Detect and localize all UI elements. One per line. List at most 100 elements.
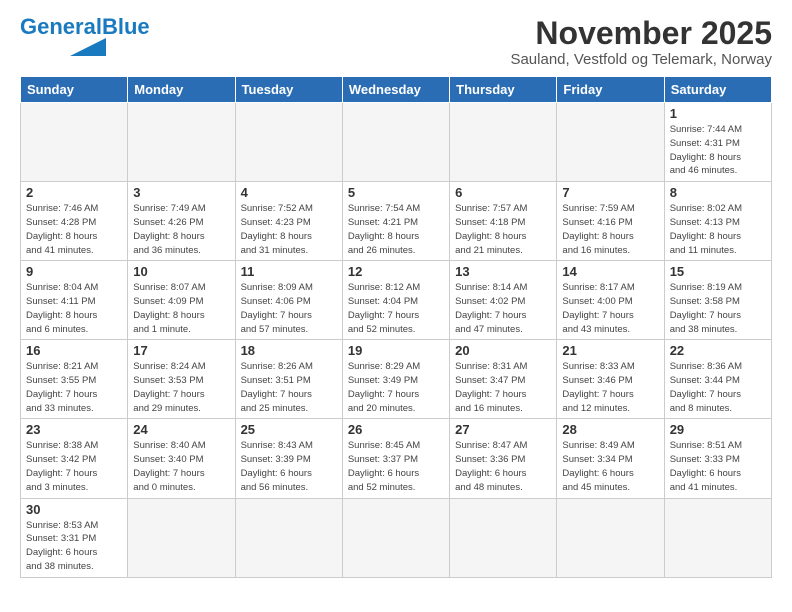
table-row: 13 Sunrise: 8:14 AM Sunset: 4:02 PM Dayli…	[450, 261, 557, 340]
table-row	[342, 103, 449, 182]
table-row	[128, 498, 235, 577]
day-info: Sunrise: 8:51 AM Sunset: 3:33 PM Dayligh…	[670, 439, 766, 494]
table-row	[235, 498, 342, 577]
table-row: 6 Sunrise: 7:57 AM Sunset: 4:18 PM Daylig…	[450, 182, 557, 261]
table-row	[342, 498, 449, 577]
day-info: Sunrise: 8:19 AM Sunset: 3:58 PM Dayligh…	[670, 281, 766, 336]
day-number: 2	[26, 185, 122, 200]
day-info: Sunrise: 8:36 AM Sunset: 3:44 PM Dayligh…	[670, 360, 766, 415]
day-number: 6	[455, 185, 551, 200]
calendar-table: Sunday Monday Tuesday Wednesday Thursday…	[20, 76, 772, 577]
table-row: 7Sunrise: 7:59 AM Sunset: 4:16 PM Daylig…	[557, 182, 664, 261]
table-row: 10 Sunrise: 8:07 AM Sunset: 4:09 PM Dayli…	[128, 261, 235, 340]
day-number: 13	[455, 264, 551, 279]
day-info: Sunrise: 8:04 AM Sunset: 4:11 PM Dayligh…	[26, 281, 122, 336]
table-row	[557, 498, 664, 577]
table-row: 26 Sunrise: 8:45 AM Sunset: 3:37 PM Dayli…	[342, 419, 449, 498]
table-row: 9 Sunrise: 8:04 AM Sunset: 4:11 PM Daylig…	[21, 261, 128, 340]
day-number: 25	[241, 422, 337, 437]
day-number: 15	[670, 264, 766, 279]
day-number: 5	[348, 185, 444, 200]
logo-blue: Blue	[102, 14, 150, 39]
table-row	[450, 103, 557, 182]
day-info: Sunrise: 8:07 AM Sunset: 4:09 PM Dayligh…	[133, 281, 229, 336]
day-info: Sunrise: 7:49 AM Sunset: 4:26 PM Dayligh…	[133, 202, 229, 257]
day-info: Sunrise: 8:53 AM Sunset: 3:31 PM Dayligh…	[26, 519, 122, 574]
day-number: 3	[133, 185, 229, 200]
day-number: 9	[26, 264, 122, 279]
day-number: 27	[455, 422, 551, 437]
table-row: 15 Sunrise: 8:19 AM Sunset: 3:58 PM Dayli…	[664, 261, 771, 340]
table-row: 20Sunrise: 8:31 AM Sunset: 3:47 PM Dayli…	[450, 340, 557, 419]
table-row	[557, 103, 664, 182]
day-info: Sunrise: 8:49 AM Sunset: 3:34 PM Dayligh…	[562, 439, 658, 494]
day-number: 26	[348, 422, 444, 437]
day-info: Sunrise: 8:33 AM Sunset: 3:46 PM Dayligh…	[562, 360, 658, 415]
table-row: 29 Sunrise: 8:51 AM Sunset: 3:33 PM Dayli…	[664, 419, 771, 498]
table-row	[235, 103, 342, 182]
col-tuesday: Tuesday	[235, 77, 342, 103]
day-info: Sunrise: 8:26 AM Sunset: 3:51 PM Dayligh…	[241, 360, 337, 415]
table-row: 23 Sunrise: 8:38 AM Sunset: 3:42 PM Dayli…	[21, 419, 128, 498]
table-row: 28 Sunrise: 8:49 AM Sunset: 3:34 PM Dayli…	[557, 419, 664, 498]
table-row	[21, 103, 128, 182]
day-info: Sunrise: 7:52 AM Sunset: 4:23 PM Dayligh…	[241, 202, 337, 257]
day-number: 12	[348, 264, 444, 279]
day-info: Sunrise: 8:38 AM Sunset: 3:42 PM Dayligh…	[26, 439, 122, 494]
page: GeneralBlue November 2025 Sauland, Vestf…	[0, 0, 792, 588]
day-number: 22	[670, 343, 766, 358]
day-info: Sunrise: 8:31 AM Sunset: 3:47 PM Dayligh…	[455, 360, 551, 415]
table-row: 17Sunrise: 8:24 AM Sunset: 3:53 PM Dayli…	[128, 340, 235, 419]
calendar-title: November 2025	[510, 16, 772, 51]
table-row: 19Sunrise: 8:29 AM Sunset: 3:49 PM Dayli…	[342, 340, 449, 419]
day-info: Sunrise: 8:24 AM Sunset: 3:53 PM Dayligh…	[133, 360, 229, 415]
table-row: 11Sunrise: 8:09 AM Sunset: 4:06 PM Dayli…	[235, 261, 342, 340]
table-row: 21 Sunrise: 8:33 AM Sunset: 3:46 PM Dayli…	[557, 340, 664, 419]
day-number: 1	[670, 106, 766, 121]
day-number: 8	[670, 185, 766, 200]
table-row	[664, 498, 771, 577]
day-number: 23	[26, 422, 122, 437]
day-number: 14	[562, 264, 658, 279]
col-wednesday: Wednesday	[342, 77, 449, 103]
table-row: 8 Sunrise: 8:02 AM Sunset: 4:13 PM Daylig…	[664, 182, 771, 261]
table-row: 5 Sunrise: 7:54 AM Sunset: 4:21 PM Daylig…	[342, 182, 449, 261]
day-info: Sunrise: 8:14 AM Sunset: 4:02 PM Dayligh…	[455, 281, 551, 336]
calendar-header-row: Sunday Monday Tuesday Wednesday Thursday…	[21, 77, 772, 103]
table-row: 2Sunrise: 7:46 AM Sunset: 4:28 PM Daylig…	[21, 182, 128, 261]
day-info: Sunrise: 8:43 AM Sunset: 3:39 PM Dayligh…	[241, 439, 337, 494]
day-number: 10	[133, 264, 229, 279]
day-number: 29	[670, 422, 766, 437]
table-row: 1Sunrise: 7:44 AM Sunset: 4:31 PM Daylig…	[664, 103, 771, 182]
table-row: 14 Sunrise: 8:17 AM Sunset: 4:00 PM Dayli…	[557, 261, 664, 340]
logo: GeneralBlue	[20, 16, 150, 56]
day-info: Sunrise: 8:09 AM Sunset: 4:06 PM Dayligh…	[241, 281, 337, 336]
col-sunday: Sunday	[21, 77, 128, 103]
day-number: 4	[241, 185, 337, 200]
day-info: Sunrise: 8:47 AM Sunset: 3:36 PM Dayligh…	[455, 439, 551, 494]
day-number: 30	[26, 502, 122, 517]
day-number: 21	[562, 343, 658, 358]
calendar-subtitle: Sauland, Vestfold og Telemark, Norway	[510, 51, 772, 68]
table-row: 30 Sunrise: 8:53 AM Sunset: 3:31 PM Dayli…	[21, 498, 128, 577]
table-row: 22 Sunrise: 8:36 AM Sunset: 3:44 PM Dayli…	[664, 340, 771, 419]
logo-icon	[70, 38, 106, 56]
day-number: 7	[562, 185, 658, 200]
day-info: Sunrise: 8:29 AM Sunset: 3:49 PM Dayligh…	[348, 360, 444, 415]
day-info: Sunrise: 8:12 AM Sunset: 4:04 PM Dayligh…	[348, 281, 444, 336]
day-number: 16	[26, 343, 122, 358]
table-row: 18Sunrise: 8:26 AM Sunset: 3:51 PM Dayli…	[235, 340, 342, 419]
day-number: 24	[133, 422, 229, 437]
day-number: 28	[562, 422, 658, 437]
day-info: Sunrise: 8:02 AM Sunset: 4:13 PM Dayligh…	[670, 202, 766, 257]
col-thursday: Thursday	[450, 77, 557, 103]
col-monday: Monday	[128, 77, 235, 103]
table-row: 16Sunrise: 8:21 AM Sunset: 3:55 PM Dayli…	[21, 340, 128, 419]
table-row: 4 Sunrise: 7:52 AM Sunset: 4:23 PM Daylig…	[235, 182, 342, 261]
logo-general: General	[20, 14, 102, 39]
day-info: Sunrise: 8:45 AM Sunset: 3:37 PM Dayligh…	[348, 439, 444, 494]
day-info: Sunrise: 7:54 AM Sunset: 4:21 PM Dayligh…	[348, 202, 444, 257]
day-info: Sunrise: 8:17 AM Sunset: 4:00 PM Dayligh…	[562, 281, 658, 336]
table-row: 12 Sunrise: 8:12 AM Sunset: 4:04 PM Dayli…	[342, 261, 449, 340]
day-info: Sunrise: 7:57 AM Sunset: 4:18 PM Dayligh…	[455, 202, 551, 257]
